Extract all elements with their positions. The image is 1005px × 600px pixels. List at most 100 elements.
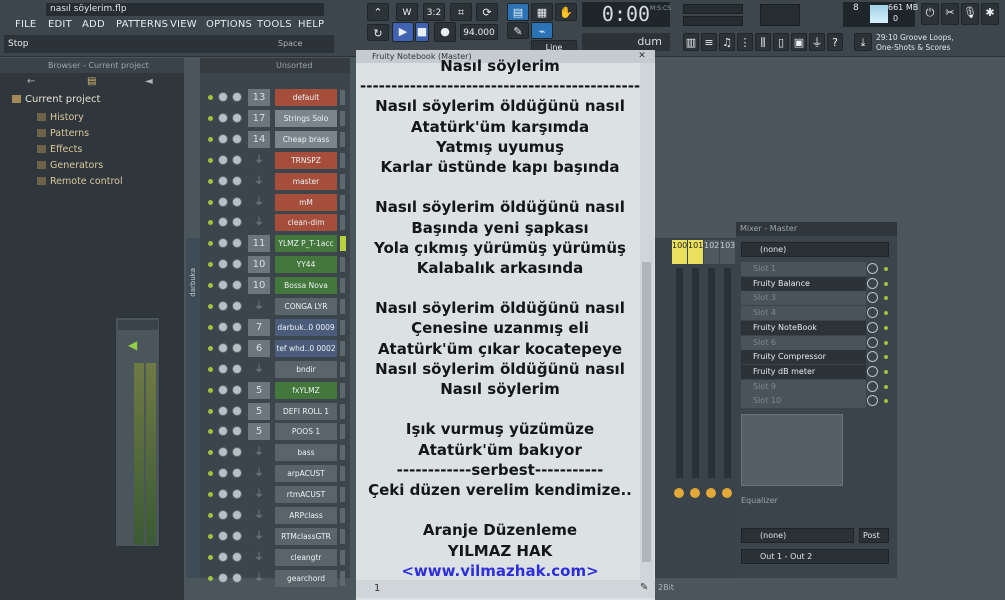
channel-pan-knob[interactable] bbox=[218, 426, 228, 437]
cut-icon[interactable]: ✂ bbox=[941, 3, 959, 25]
channel-select[interactable] bbox=[340, 508, 345, 523]
channel-name-button[interactable]: RTMclassGTR bbox=[275, 527, 337, 545]
channel-pan-knob[interactable] bbox=[218, 551, 228, 562]
browser-item-remote-control[interactable]: Remote control bbox=[37, 176, 123, 187]
channel-row[interactable]: 10 Bossa Nova bbox=[205, 276, 345, 296]
channel-mute-led[interactable] bbox=[208, 408, 213, 414]
channel-mute-led[interactable] bbox=[208, 450, 213, 456]
channel-mute-led[interactable] bbox=[208, 136, 213, 142]
channel-name-button[interactable]: DEFI ROLL 1 bbox=[275, 402, 337, 420]
channel-volume-knob[interactable] bbox=[232, 196, 242, 207]
post-button[interactable]: Post bbox=[859, 528, 889, 543]
channel-name-button[interactable]: arpACUST bbox=[275, 465, 337, 483]
channel-row[interactable]: 5 DEFI ROLL 1 bbox=[205, 402, 345, 422]
channel-plug-icon[interactable]: ⏚ bbox=[248, 214, 270, 231]
step-edit-icon[interactable]: ⌗ bbox=[450, 3, 472, 21]
channel-plug-icon[interactable]: ⏚ bbox=[248, 444, 270, 461]
channel-select[interactable] bbox=[340, 549, 345, 565]
menu-options[interactable]: OPTIONS bbox=[206, 18, 252, 32]
channel-mute-led[interactable] bbox=[208, 95, 213, 100]
browser-file-icon[interactable]: ▤ bbox=[87, 76, 96, 87]
channel-row[interactable]: ⏚ CONGA LYR bbox=[205, 297, 345, 317]
channel-name-button[interactable]: TRNSPZ bbox=[275, 151, 337, 169]
channel-mixer-track[interactable]: 17 bbox=[248, 109, 270, 127]
channel-volume-knob[interactable] bbox=[232, 280, 242, 291]
channel-select[interactable] bbox=[340, 152, 345, 168]
options-icon[interactable]: ✱ bbox=[981, 3, 999, 25]
effect-mix-knob[interactable] bbox=[867, 321, 878, 333]
channel-mute-led[interactable] bbox=[208, 345, 213, 351]
channel-mute-led[interactable] bbox=[208, 471, 213, 477]
channel-volume-knob[interactable] bbox=[232, 447, 242, 458]
channel-row[interactable]: ⏚ gearchord bbox=[205, 569, 345, 589]
channel-mute-led[interactable] bbox=[208, 220, 213, 226]
channel-plug-icon[interactable]: ⏚ bbox=[248, 361, 270, 378]
channel-row[interactable]: 14 Cheap brass bbox=[205, 130, 345, 150]
channel-pan-knob[interactable] bbox=[218, 112, 228, 123]
metronome-icon[interactable]: ⌃ bbox=[367, 3, 389, 21]
channel-row[interactable]: ⏚ bass bbox=[205, 443, 345, 463]
step-sequencer-icon[interactable]: ⋮ bbox=[737, 33, 753, 51]
browser-root[interactable]: Current project bbox=[12, 94, 100, 105]
channel-plug-icon[interactable]: ⏚ bbox=[248, 465, 270, 482]
channel-mixer-track[interactable]: 13 bbox=[248, 89, 270, 106]
channel-mute-led[interactable] bbox=[208, 324, 213, 330]
channel-volume-knob[interactable] bbox=[232, 154, 242, 165]
beats-indicator[interactable]: 3:2 bbox=[423, 3, 445, 21]
notebook-page[interactable]: 1 bbox=[374, 583, 380, 594]
channel-row[interactable]: 5 POOS 1 bbox=[205, 422, 345, 442]
channel-name-button[interactable]: bndir bbox=[275, 360, 337, 378]
channel-select[interactable] bbox=[340, 570, 345, 586]
channel-pan-knob[interactable] bbox=[218, 468, 228, 479]
channel-volume-knob[interactable] bbox=[232, 363, 242, 374]
channel-plug-icon[interactable]: ⏚ bbox=[248, 194, 270, 211]
mixer-track-fader[interactable] bbox=[724, 268, 731, 478]
channel-volume-knob[interactable] bbox=[232, 384, 242, 395]
channel-mixer-track[interactable]: 5 bbox=[248, 381, 270, 399]
mixer-track-fader[interactable] bbox=[692, 268, 699, 478]
channel-plug-icon[interactable]: ⏚ bbox=[248, 570, 270, 587]
equalizer-display[interactable] bbox=[741, 414, 843, 486]
channel-row[interactable]: ⏚ TRNSPZ bbox=[205, 151, 345, 171]
channel-row[interactable]: 13 default bbox=[205, 88, 345, 108]
news-panel[interactable]: 29:10 Groove Loops, One-Shots & Scores bbox=[876, 33, 991, 53]
menu-view[interactable]: VIEW bbox=[170, 18, 197, 32]
channel-select[interactable] bbox=[340, 424, 345, 440]
channel-pan-knob[interactable] bbox=[218, 133, 228, 144]
menu-help[interactable]: HELP bbox=[298, 18, 324, 32]
channel-pan-knob[interactable] bbox=[218, 530, 228, 541]
channel-name-button[interactable]: cleangtr bbox=[275, 548, 337, 566]
channel-select[interactable] bbox=[340, 257, 345, 273]
mixer-track-knob[interactable] bbox=[722, 488, 732, 498]
channel-name-button[interactable]: Strings Solo bbox=[275, 109, 337, 127]
channel-mute-led[interactable] bbox=[208, 554, 213, 560]
channel-volume-knob[interactable] bbox=[232, 426, 242, 437]
channel-name-button[interactable]: bass bbox=[275, 444, 337, 462]
channel-row[interactable]: 7 darbuk..0 0009 bbox=[205, 318, 345, 338]
channel-mixer-track[interactable]: 5 bbox=[248, 402, 270, 420]
channel-name-button[interactable]: CONGA LYR bbox=[275, 298, 337, 315]
effect-slot[interactable]: Fruity NoteBook bbox=[741, 320, 866, 335]
channel-pan-knob[interactable] bbox=[218, 175, 228, 186]
effect-slot[interactable]: Slot 10 bbox=[741, 394, 866, 409]
channel-select[interactable] bbox=[340, 382, 345, 398]
channel-volume-knob[interactable] bbox=[232, 112, 242, 123]
channel-mute-led[interactable] bbox=[208, 199, 213, 205]
channel-pan-knob[interactable] bbox=[218, 259, 228, 270]
channel-pan-knob[interactable] bbox=[218, 447, 228, 458]
plugin-picker-icon[interactable]: ⏚ bbox=[809, 33, 825, 51]
piano-roll-window-icon[interactable]: ♫ bbox=[719, 33, 735, 51]
channel-row[interactable]: ⏚ arpACUST bbox=[205, 464, 345, 484]
channel-mute-led[interactable] bbox=[208, 241, 213, 247]
mixer-track-header[interactable]: 101 bbox=[688, 240, 703, 264]
channel-name-button[interactable]: darbuk..0 0009 bbox=[275, 318, 337, 336]
browser-item-generators[interactable]: Generators bbox=[37, 160, 103, 171]
channel-plug-icon[interactable]: ⏚ bbox=[248, 152, 270, 169]
channel-pan-knob[interactable] bbox=[218, 280, 228, 291]
channel-volume-knob[interactable] bbox=[232, 468, 242, 479]
browser-back-icon[interactable]: ← bbox=[27, 76, 35, 87]
channel-pan-knob[interactable] bbox=[218, 154, 228, 165]
record-button[interactable]: ● bbox=[434, 22, 456, 42]
mixer-track-header[interactable]: 103 bbox=[720, 240, 735, 264]
wait-record-button[interactable]: W bbox=[396, 3, 418, 21]
